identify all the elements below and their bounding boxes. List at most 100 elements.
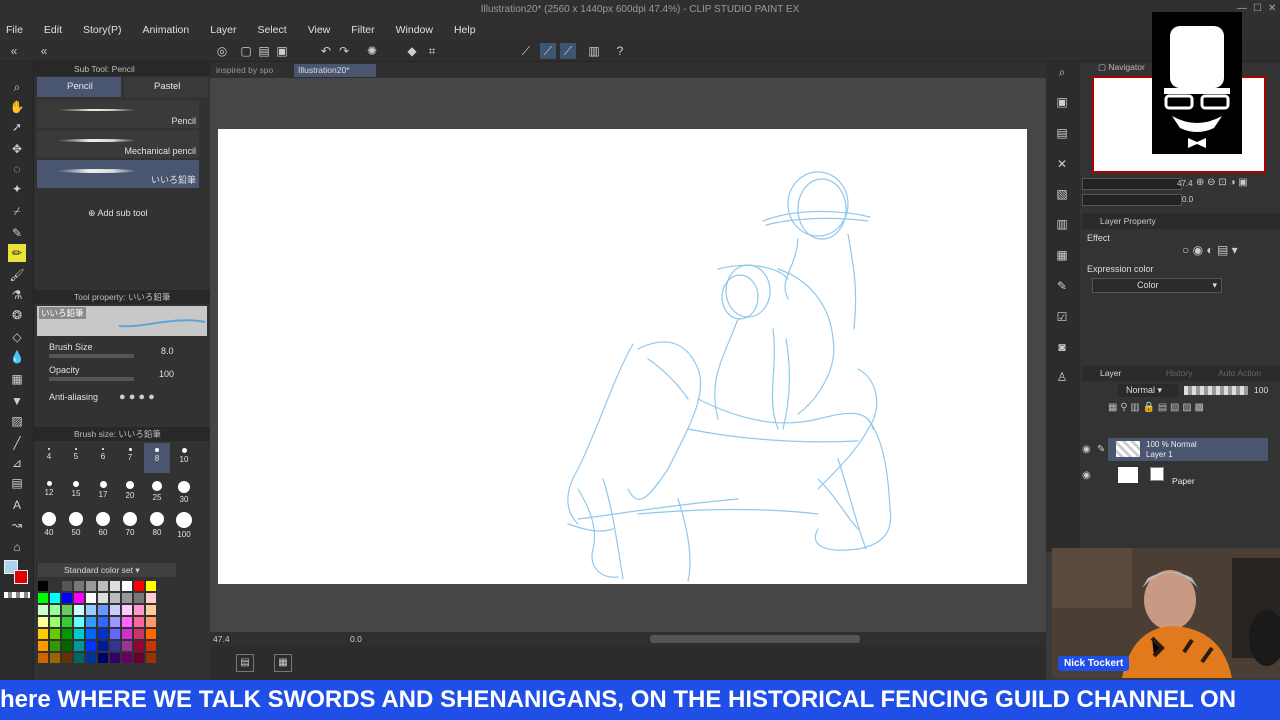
color-swatch[interactable] — [62, 641, 72, 651]
color-swatch[interactable] — [98, 593, 108, 603]
pencil-tool-icon[interactable]: ✏ — [8, 244, 26, 262]
antialiasing-options[interactable]: ● ● ● ● — [119, 391, 155, 403]
balloon-icon[interactable]: ↝ — [8, 516, 26, 534]
color-swatch[interactable] — [74, 593, 84, 603]
color-swatch[interactable] — [86, 617, 96, 627]
brush-size-cell[interactable]: 4 — [36, 443, 62, 473]
menu-filter[interactable]: Filter — [351, 24, 374, 36]
new-file-icon[interactable]: ▢ — [238, 43, 254, 59]
brush-pencil[interactable]: Pencil — [37, 100, 199, 128]
menu-file[interactable]: File — [6, 24, 23, 36]
color-swatch[interactable] — [74, 617, 84, 627]
color-swatch[interactable] — [38, 641, 48, 651]
color-swatch[interactable] — [122, 581, 132, 591]
color-swatch[interactable] — [134, 617, 144, 627]
pen-tool-icon[interactable]: ✎ — [8, 224, 26, 242]
redo-icon[interactable]: ↷ — [336, 43, 352, 59]
horizontal-scrollbar[interactable] — [210, 632, 1046, 646]
gradient-icon[interactable]: ▨ — [8, 412, 26, 430]
color-swatch[interactable] — [146, 617, 156, 627]
color-swatch[interactable] — [38, 617, 48, 627]
color-swatch[interactable] — [110, 641, 120, 651]
folder-icon[interactable]: ▤ — [1052, 124, 1072, 142]
brush-size-value[interactable]: 8.0 — [161, 346, 174, 356]
grid-icon[interactable]: ▦ — [1052, 246, 1072, 264]
figure-3d-icon[interactable]: ♙ — [1052, 368, 1072, 386]
color-swatch[interactable] — [134, 581, 144, 591]
correct-line-icon[interactable]: ⌂ — [8, 538, 26, 556]
magic-wand-icon[interactable]: ✦ — [8, 180, 26, 198]
save-icon[interactable]: ▣ — [274, 43, 290, 59]
color-swatch[interactable] — [38, 629, 48, 639]
frame-icon[interactable]: ▦ — [8, 370, 26, 388]
color-swatch[interactable] — [62, 629, 72, 639]
opacity-row[interactable]: Opacity 100 — [37, 365, 209, 387]
color-swatch[interactable] — [134, 593, 144, 603]
color-swatch[interactable] — [110, 629, 120, 639]
color-swatch[interactable] — [86, 605, 96, 615]
color-swatch[interactable] — [146, 629, 156, 639]
color-swatch[interactable] — [146, 593, 156, 603]
color-swatch[interactable] — [110, 653, 120, 663]
layout-left-icon[interactable]: ▤ — [236, 654, 254, 672]
color-swatch[interactable] — [50, 653, 60, 663]
text-tool-icon[interactable]: A — [8, 496, 26, 514]
eye-icon[interactable]: ◉ — [1082, 470, 1091, 481]
color-swatch[interactable] — [110, 605, 120, 615]
help-icon[interactable]: ? — [612, 43, 628, 59]
eraser-icon[interactable]: ◇ — [8, 328, 26, 346]
tab-history[interactable]: History — [1166, 368, 1192, 378]
layer-opacity-slider[interactable] — [1184, 386, 1248, 395]
color-swatch[interactable] — [62, 605, 72, 615]
color-swatch[interactable] — [86, 653, 96, 663]
search-icon[interactable]: ⌕ — [1052, 63, 1072, 81]
color-swatch[interactable] — [146, 581, 156, 591]
color-swatch[interactable] — [74, 629, 84, 639]
color-swatch[interactable] — [134, 653, 144, 663]
settings-icon[interactable]: ✺ — [364, 43, 380, 59]
eyedropper-icon[interactable]: ⌿ — [8, 202, 26, 220]
navigator-zoom-value[interactable]: 47.4 — [1177, 179, 1193, 188]
antialiasing-row[interactable]: Anti-aliasing ● ● ● ● — [37, 390, 209, 412]
color-swatch[interactable] — [110, 581, 120, 591]
color-swatch[interactable] — [98, 641, 108, 651]
close-icon[interactable]: ✕ — [1268, 3, 1276, 14]
picture-icon[interactable]: ▧ — [1052, 185, 1072, 203]
operation-tool-icon[interactable]: ➚ — [8, 118, 26, 136]
open-file-icon[interactable]: ▤ — [256, 43, 272, 59]
color-swatch[interactable] — [122, 641, 132, 651]
navigator-rotate-slider[interactable] — [1082, 194, 1182, 206]
color-swatch[interactable] — [146, 641, 156, 651]
brush-size-cell[interactable]: 80 — [144, 509, 170, 539]
move-layer-icon[interactable]: ✥ — [8, 140, 26, 158]
color-swatch[interactable] — [62, 593, 72, 603]
tab-auto-action[interactable]: Auto Action — [1218, 368, 1261, 378]
opacity-slider[interactable] — [49, 377, 134, 381]
color-swatch[interactable] — [38, 605, 48, 615]
hand-tool-icon[interactable]: ✋ — [8, 98, 26, 116]
brush-size-cell[interactable]: 25 — [144, 476, 170, 506]
brush-size-row[interactable]: Brush Size 8.0 — [37, 342, 209, 364]
zoom-tool-icon[interactable]: ⌕ — [8, 78, 26, 96]
eye-icon[interactable]: ◉ — [1082, 444, 1091, 455]
rotation-value[interactable]: 0.0 — [350, 634, 362, 644]
color-swatch[interactable] — [98, 617, 108, 627]
color-swatch[interactable] — [38, 581, 48, 591]
collapse-left-icon[interactable]: « — [6, 43, 22, 59]
layout-right-icon[interactable]: ▦ — [274, 654, 292, 672]
color-swatch[interactable] — [50, 641, 60, 651]
transparent-color-chip[interactable] — [4, 592, 30, 598]
expression-color-dropdown[interactable]: Color ▾ — [1092, 278, 1222, 293]
tab-inspired[interactable]: inspired by spo — [212, 64, 292, 77]
layer-row[interactable]: 100 % Normal Layer 1 — [1108, 438, 1268, 461]
color-swatch[interactable] — [50, 581, 60, 591]
paper-color-chip[interactable] — [1150, 467, 1164, 481]
blend-icon[interactable]: 💧 — [8, 348, 26, 366]
color-swatch[interactable] — [146, 653, 156, 663]
effect-icons[interactable]: ○ ◉ ◐ ▤ ▾ — [1182, 243, 1238, 257]
color-swatch[interactable] — [134, 629, 144, 639]
menu-story[interactable]: Story(P) — [83, 24, 122, 36]
brush-iroenpitsu[interactable]: いいろ鉛筆 — [37, 160, 199, 188]
navigator-rotation-value[interactable]: 0.0 — [1182, 195, 1193, 204]
brush-size-cell[interactable]: 15 — [63, 476, 89, 506]
